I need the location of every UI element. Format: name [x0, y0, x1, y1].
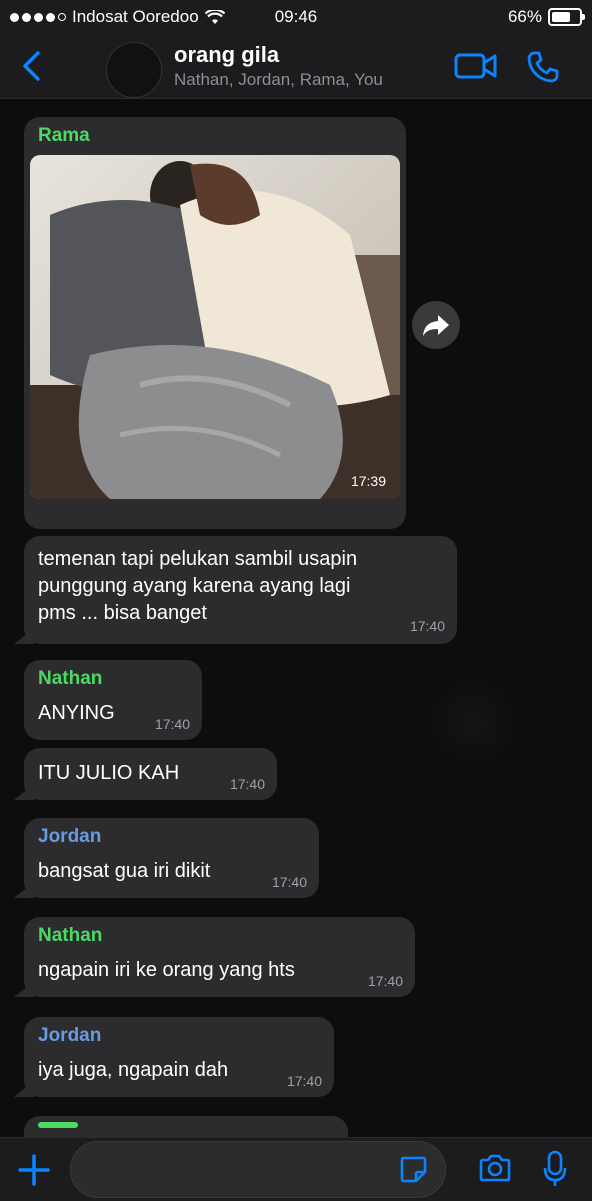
sender-name: Nathan: [38, 925, 103, 946]
phone-icon[interactable]: [526, 50, 560, 84]
photo-image: [30, 155, 400, 499]
sender-name-partial: [38, 1122, 78, 1128]
message-line: punggung ayang karena ayang lagi: [38, 575, 351, 597]
camera-icon[interactable]: [478, 1153, 512, 1183]
message-bubble[interactable]: Nathan ANYING 17:40: [24, 660, 202, 740]
chat-header: orang gila Nathan, Jordan, Rama, You: [0, 36, 592, 99]
message-bubble-image[interactable]: Rama 17:39: [24, 117, 406, 529]
chat-area[interactable]: Rama 17:39 temenan tapi pelukan sambil u…: [0, 99, 592, 1137]
message-bubble[interactable]: Jordan iya juga, ngapain dah 17:40: [24, 1017, 334, 1097]
group-members[interactable]: Nathan, Jordan, Rama, You: [174, 70, 383, 90]
message-time: 17:40: [409, 618, 445, 634]
shared-photo[interactable]: 17:39: [30, 155, 400, 499]
message-text: bangsat gua iri dikit: [38, 860, 211, 882]
message-time: 17:40: [286, 1073, 322, 1089]
message-bubble-partial[interactable]: [24, 1116, 348, 1137]
status-time: 09:46: [274, 7, 318, 26]
group-avatar[interactable]: [106, 42, 162, 98]
sender-name: Jordan: [38, 826, 102, 847]
video-camera-icon[interactable]: [454, 51, 498, 81]
battery-percent: 66%: [507, 7, 542, 26]
message-input-bar: [0, 1137, 592, 1201]
message-bubble[interactable]: Jordan bangsat gua iri dikit 17:40: [24, 818, 319, 898]
message-text: ANYING: [38, 702, 115, 724]
message-bubble[interactable]: Nathan ngapain iri ke orang yang hts 17:…: [24, 917, 415, 997]
sticker-icon[interactable]: [398, 1154, 428, 1184]
message-bubble[interactable]: temenan tapi pelukan sambil usapin pungg…: [24, 536, 457, 644]
message-time: 17:40: [271, 874, 307, 890]
message-bubble[interactable]: ITU JULIO KAH 17:40: [24, 748, 277, 800]
battery-icon: [548, 8, 585, 26]
microphone-icon[interactable]: [542, 1150, 568, 1188]
message-line: pms ... bisa banget: [38, 602, 207, 624]
chevron-left-icon[interactable]: [20, 50, 42, 82]
message-time: 17:39: [350, 473, 386, 489]
sender-name: Jordan: [38, 1025, 102, 1046]
message-input[interactable]: [70, 1141, 446, 1198]
message-text: ngapain iri ke orang yang hts: [38, 959, 295, 981]
battery-info: 66%: [507, 7, 585, 27]
status-bar: Indosat Ooredoo 09:46 66%: [0, 0, 592, 36]
forward-button[interactable]: [412, 301, 460, 349]
sender-name: Nathan: [38, 668, 103, 689]
forward-arrow-icon: [423, 315, 449, 336]
message-line: temenan tapi pelukan sambil usapin: [38, 548, 358, 570]
group-title[interactable]: orang gila: [174, 42, 279, 68]
message-time: 17:40: [154, 716, 190, 732]
message-text: ITU JULIO KAH: [38, 762, 180, 784]
plus-icon[interactable]: [16, 1152, 52, 1188]
message-text: iya juga, ngapain dah: [38, 1059, 229, 1081]
message-time: 17:40: [229, 776, 265, 792]
message-time: 17:40: [367, 973, 403, 989]
sender-name: Rama: [38, 125, 90, 146]
